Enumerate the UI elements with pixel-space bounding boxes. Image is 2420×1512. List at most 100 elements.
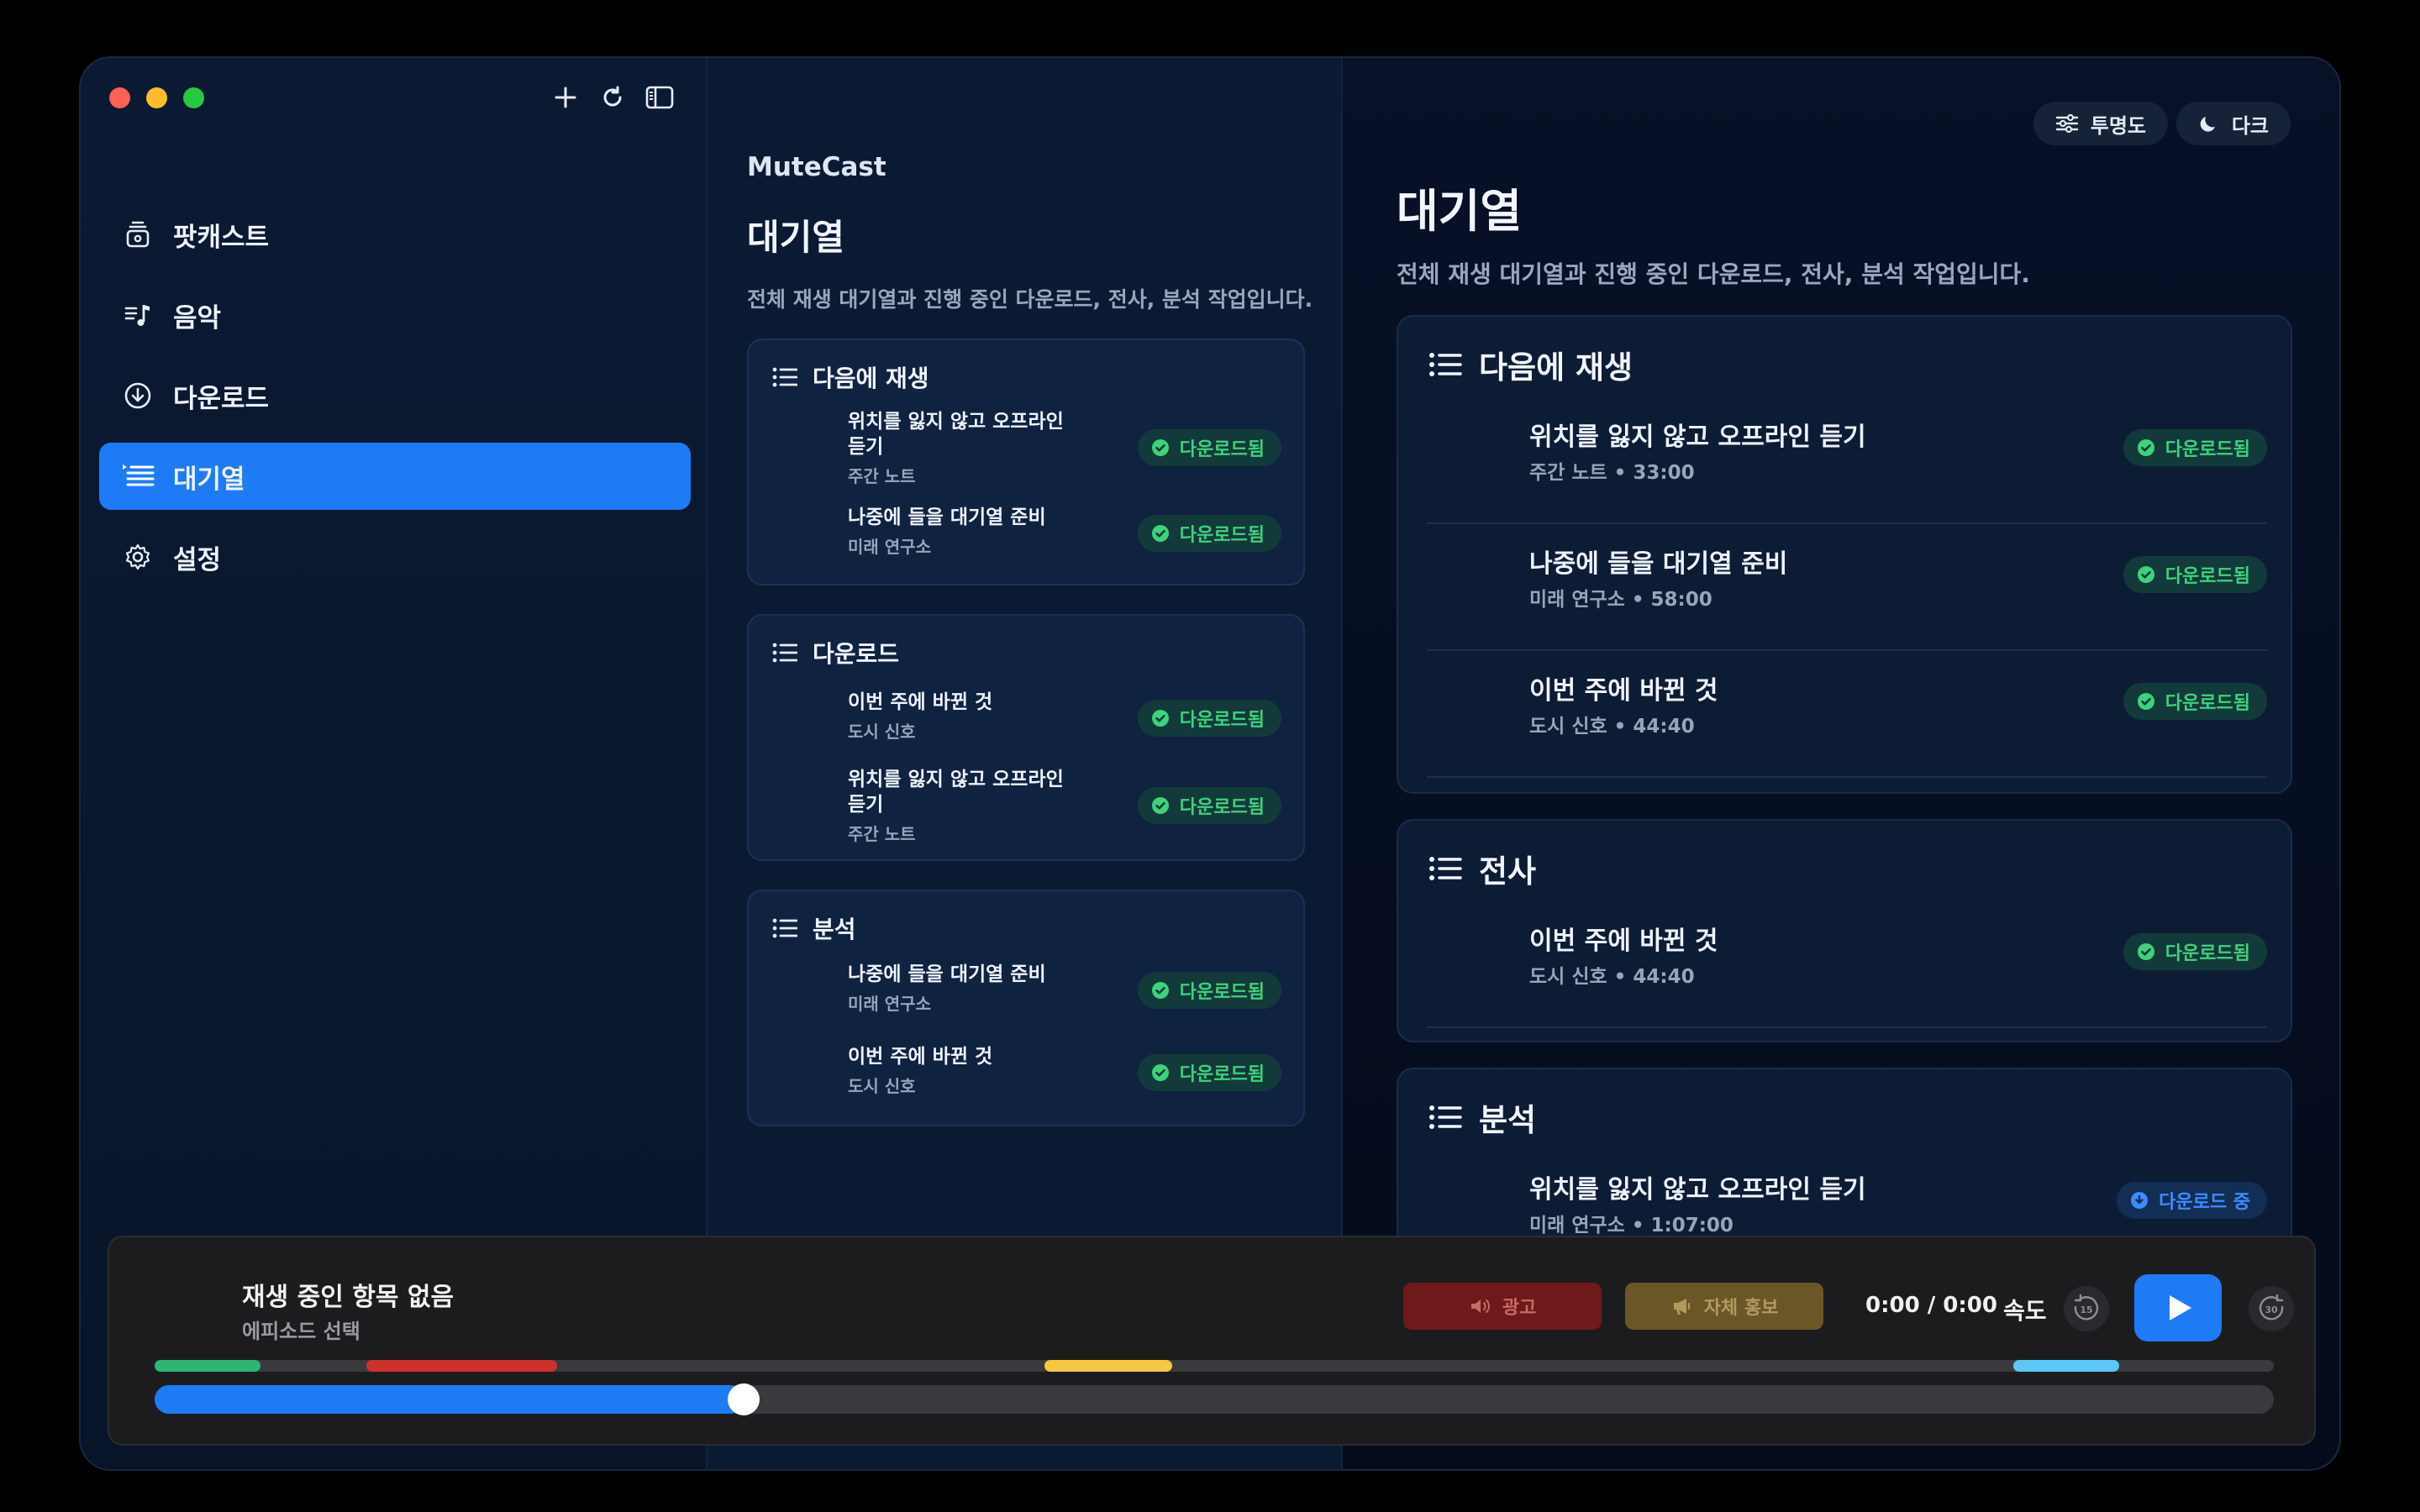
refresh-icon [603, 86, 622, 107]
skip-back-button[interactable]: 15 [2064, 1286, 2109, 1331]
status-badge: 다운로드됨 [1137, 700, 1281, 737]
skip-forward-button[interactable]: 30 [2249, 1286, 2294, 1331]
episode-title: 이번 주에 바뀐 것 [1529, 927, 1718, 956]
megaphone-icon [1673, 1299, 1690, 1315]
episode-title: 위치를 잃지 않고 오프라인 듣기 [1529, 423, 1866, 452]
section-title: 분석 [813, 916, 856, 943]
episode-title: 위치를 잃지 않고 오프라인 듣기 [848, 769, 1064, 816]
episode-title: 나중에 들을 대기열 준비 [848, 963, 1046, 985]
episode-subtitle: 도시 신호 [848, 1076, 916, 1096]
skip-promo-button[interactable]: 자체 홍보 [1625, 1283, 1823, 1330]
section-card-up-next: 다음에 재생 위치를 잃지 않고 오프라인 듣기 주간 노트 • 33:00 다… [1397, 315, 2292, 794]
segment-outro [2012, 1360, 2119, 1372]
section-card-up-next: 다음에 재생 위치를 잃지 않고 오프라인 듣기 주간 노트 다운로드됨 나중에… [747, 339, 1305, 585]
minimize-window-button[interactable] [146, 87, 167, 108]
podcast-icon [121, 218, 155, 251]
play-button[interactable] [2134, 1274, 2222, 1341]
sidebar-item-label: 설정 [173, 544, 222, 575]
skip-forward-30-icon: 30 [2259, 1294, 2284, 1320]
section-header: 다음에 재생 [772, 360, 929, 394]
table-row[interactable]: 이번 주에 바뀐 것 도시 신호 • 44:40 다운로드됨 [1427, 901, 2267, 1028]
segment-intro [155, 1360, 261, 1372]
play-icon [2170, 1295, 2191, 1320]
skip-back-15-icon: 15 [2074, 1294, 2099, 1320]
sidebar-item-queue[interactable]: 대기열 [99, 443, 691, 510]
music-icon [121, 298, 155, 332]
table-row[interactable]: 이번 주에 바뀐 것 도시 신호 • 44:40 다운로드됨 [1427, 651, 2267, 778]
list-icon [772, 367, 797, 387]
toggle-sidebar-button[interactable] [644, 81, 676, 113]
playback-time: 0:00 / 0:00 [1865, 1293, 1997, 1318]
section-header: 전사 [1428, 846, 1536, 891]
episode-title: 위치를 잃지 않고 오프라인 듣기 [848, 411, 1064, 458]
transparency-button[interactable]: 투명도 [2033, 102, 2168, 145]
segment-timeline [155, 1360, 2274, 1372]
status-badge: 다운로드됨 [2123, 429, 2267, 466]
check-circle-icon [1151, 982, 1169, 999]
segment-promo [1044, 1360, 1172, 1372]
episode-title: 나중에 들을 대기열 준비 [848, 507, 1046, 528]
section-header: 다운로드 [772, 636, 899, 669]
check-circle-icon [2137, 566, 2154, 583]
list-item[interactable]: 나중에 들을 대기열 준비 미래 연구소 다운로드됨 [749, 505, 1303, 564]
list-icon [1429, 857, 1462, 880]
list-item[interactable]: 나중에 들을 대기열 준비 미래 연구소 다운로드됨 [749, 962, 1303, 1021]
close-window-button[interactable] [109, 87, 130, 108]
skip-ad-button[interactable]: 광고 [1403, 1283, 1602, 1330]
status-badge: 다운로드됨 [2123, 556, 2267, 593]
episode-subtitle: 미래 연구소 [848, 537, 931, 557]
progress-slider[interactable] [155, 1383, 2274, 1415]
section-title: 다음에 재생 [813, 365, 929, 392]
add-button[interactable] [550, 81, 581, 113]
now-playing-title: 재생 중인 항목 없음 [242, 1283, 455, 1312]
status-badge: 다운로드됨 [2123, 933, 2267, 970]
speed-button[interactable]: 속도 [2003, 1293, 2047, 1326]
check-circle-icon [1151, 710, 1169, 727]
sidebar-item-settings[interactable]: 설정 [99, 523, 691, 591]
episode-subtitle: 도시 신호 [848, 722, 916, 742]
sidebar-item-music[interactable]: 음악 [99, 281, 691, 349]
page-title: 대기열 [1397, 185, 1523, 238]
status-badge: 다운로드됨 [1137, 972, 1281, 1009]
list-icon [1429, 1105, 1462, 1129]
check-circle-icon [1151, 525, 1169, 542]
section-card-analysis: 분석 나중에 들을 대기열 준비 미래 연구소 다운로드됨 이번 주에 바뀐 것… [747, 890, 1305, 1126]
section-title: 전사 [1479, 853, 1537, 890]
zoom-window-button[interactable] [183, 87, 204, 108]
table-row[interactable]: 나중에 들을 대기열 준비 미래 연구소 • 58:00 다운로드됨 [1427, 524, 2267, 651]
sliders-icon [2055, 113, 2078, 134]
sidebar-item-podcasts[interactable]: 팟캐스트 [99, 201, 691, 268]
episode-subtitle: 주간 노트 [848, 466, 916, 486]
section-title: 다운로드 [813, 640, 900, 668]
list-item[interactable]: 위치를 잃지 않고 오프라인 듣기 주간 노트 다운로드됨 [749, 764, 1303, 844]
status-badge: 다운로드됨 [1137, 429, 1281, 466]
check-circle-icon [1151, 439, 1169, 456]
window-controls [109, 87, 204, 108]
status-badge: 다운로드됨 [1137, 515, 1281, 552]
episode-title: 나중에 들을 대기열 준비 [1529, 549, 1788, 579]
section-header: 분석 [772, 911, 856, 945]
player-bar: 재생 중인 항목 없음 에피소드 선택 광고 자체 홍보 0:00 / 0:00… [108, 1236, 2316, 1446]
page-description: 전체 재생 대기열과 진행 중인 다운로드, 전사, 분석 작업입니다. [1397, 260, 2030, 288]
plus-icon [555, 87, 576, 108]
list-item[interactable]: 이번 주에 바뀐 것 도시 신호 다운로드됨 [749, 690, 1303, 748]
list-item[interactable]: 이번 주에 바뀐 것 도시 신호 다운로드됨 [749, 1044, 1303, 1103]
app-window: 팟캐스트 음악 다운로드 대기열 설정 MuteCast 대기열 전체 재생 대… [79, 56, 2341, 1471]
progress-handle[interactable] [728, 1383, 760, 1415]
moon-icon [2200, 117, 2215, 132]
check-circle-icon [1151, 797, 1169, 814]
sidebar-icon [645, 86, 674, 109]
list-item[interactable]: 위치를 잃지 않고 오프라인 듣기 주간 노트 다운로드됨 [749, 406, 1303, 486]
episode-subtitle: 미래 연구소 [848, 994, 931, 1014]
download-circle-icon [2131, 1192, 2149, 1209]
section-card-downloads: 다운로드 이번 주에 바뀐 것 도시 신호 다운로드됨 위치를 잃지 않고 오프… [747, 614, 1305, 861]
table-row[interactable]: 위치를 잃지 않고 오프라인 듣기 주간 노트 • 33:00 다운로드됨 [1427, 397, 2267, 524]
theme-button[interactable]: 다크 [2175, 102, 2291, 145]
episode-subtitle: 미래 연구소 • 58:00 [1529, 589, 1712, 611]
refresh-button[interactable] [597, 81, 629, 113]
sidebar-item-downloads[interactable]: 다운로드 [99, 362, 691, 429]
section-title: 다음에 재생 [1479, 349, 1634, 386]
svg-text:30: 30 [2265, 1305, 2278, 1315]
section-header: 다음에 재생 [1428, 342, 1633, 387]
page-title: 대기열 [747, 217, 844, 258]
